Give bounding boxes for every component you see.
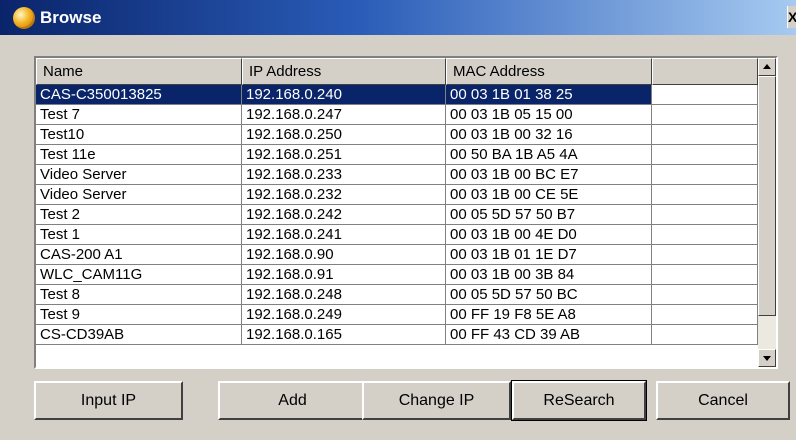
cell-name: Test 1 xyxy=(36,225,242,245)
cell-name: Video Server xyxy=(36,185,242,205)
table-row[interactable]: Test 9 192.168.0.249 00 FF 19 F8 5E A8 xyxy=(36,305,758,325)
cell-name: Test 9 xyxy=(36,305,242,325)
cell-mac-address: 00 03 1B 01 1E D7 xyxy=(446,245,652,265)
cell-mac-address: 00 05 5D 57 50 B7 xyxy=(446,205,652,225)
add-button[interactable]: Add xyxy=(218,381,367,420)
table-row[interactable]: Test10 192.168.0.250 00 03 1B 00 32 16 xyxy=(36,125,758,145)
cell-mac-address: 00 FF 19 F8 5E A8 xyxy=(446,305,652,325)
change-ip-button[interactable]: Change IP xyxy=(362,381,511,420)
scroll-up-arrow-icon xyxy=(763,64,771,69)
cell-empty xyxy=(652,225,758,245)
cell-mac-address: 00 03 1B 00 CE 5E xyxy=(446,185,652,205)
scroll-down-arrow-icon xyxy=(763,356,771,361)
cell-ip-address: 192.168.0.232 xyxy=(242,185,446,205)
table-row[interactable]: Test 7 192.168.0.247 00 03 1B 05 15 00 xyxy=(36,105,758,125)
cell-name: Video Server xyxy=(36,165,242,185)
cell-empty xyxy=(652,325,758,345)
list-rows: CAS-C350013825 192.168.0.240 00 03 1B 01 3… xyxy=(36,85,758,345)
cell-ip-address: 192.168.0.91 xyxy=(242,265,446,285)
column-header-empty[interactable] xyxy=(652,58,758,85)
cell-empty xyxy=(652,85,758,105)
cell-empty xyxy=(652,285,758,305)
cell-mac-address: 00 03 1B 00 4E D0 xyxy=(446,225,652,245)
table-row[interactable]: Video Server 192.168.0.233 00 03 1B 00 BC … xyxy=(36,165,758,185)
table-row[interactable]: Test 2 192.168.0.242 00 05 5D 57 50 B7 xyxy=(36,205,758,225)
scroll-up-button[interactable] xyxy=(758,58,776,76)
scroll-down-button[interactable] xyxy=(758,349,776,367)
cell-name: Test10 xyxy=(36,125,242,145)
cell-ip-address: 192.168.0.242 xyxy=(242,205,446,225)
table-row[interactable]: CS-CD39AB 192.168.0.165 00 FF 43 CD 39 AB xyxy=(36,325,758,345)
table-row[interactable]: CAS-C350013825 192.168.0.240 00 03 1B 01 3… xyxy=(36,85,758,105)
cell-mac-address: 00 03 1B 00 3B 84 xyxy=(446,265,652,285)
table-row[interactable]: Test 11e 192.168.0.251 00 50 BA 1B A5 4A xyxy=(36,145,758,165)
table-row[interactable]: WLC_CAM11G 192.168.0.91 00 03 1B 00 3B 84 xyxy=(36,265,758,285)
cell-ip-address: 192.168.0.240 xyxy=(242,85,446,105)
cell-mac-address: 00 03 1B 01 38 25 xyxy=(446,85,652,105)
cell-name: CAS-200 A1 xyxy=(36,245,242,265)
scroll-thumb[interactable] xyxy=(758,76,776,316)
table-row[interactable]: Video Server 192.168.0.232 00 03 1B 00 CE … xyxy=(36,185,758,205)
column-header-ip-address[interactable]: IP Address xyxy=(242,58,446,85)
input-ip-button[interactable]: Input IP xyxy=(34,381,183,420)
cell-mac-address: 00 FF 43 CD 39 AB xyxy=(446,325,652,345)
cell-empty xyxy=(652,185,758,205)
cell-empty xyxy=(652,165,758,185)
cell-mac-address: 00 03 1B 00 BC E7 xyxy=(446,165,652,185)
cell-empty xyxy=(652,125,758,145)
cell-empty xyxy=(652,105,758,125)
cell-name: Test 2 xyxy=(36,205,242,225)
window-title: Browse xyxy=(40,7,102,27)
cell-empty xyxy=(652,245,758,265)
cell-ip-address: 192.168.0.90 xyxy=(242,245,446,265)
column-header-name[interactable]: Name xyxy=(36,58,242,85)
column-header-mac-address[interactable]: MAC Address xyxy=(446,58,652,85)
vertical-scrollbar[interactable] xyxy=(758,58,776,367)
cell-ip-address: 192.168.0.248 xyxy=(242,285,446,305)
cell-empty xyxy=(652,265,758,285)
list-header: Name IP Address MAC Address xyxy=(36,58,758,85)
title-bar: Browse X xyxy=(0,0,796,35)
cell-ip-address: 192.168.0.165 xyxy=(242,325,446,345)
cell-name: CS-CD39AB xyxy=(36,325,242,345)
cell-ip-address: 192.168.0.233 xyxy=(242,165,446,185)
cell-ip-address: 192.168.0.250 xyxy=(242,125,446,145)
cell-mac-address: 00 03 1B 00 32 16 xyxy=(446,125,652,145)
cell-ip-address: 192.168.0.247 xyxy=(242,105,446,125)
browse-globe-icon xyxy=(13,6,35,29)
cell-name: Test 7 xyxy=(36,105,242,125)
cell-empty xyxy=(652,305,758,325)
cell-name: CAS-C350013825 xyxy=(36,85,242,105)
cancel-button[interactable]: Cancel xyxy=(656,381,790,420)
cell-name: Test 8 xyxy=(36,285,242,305)
cell-mac-address: 00 50 BA 1B A5 4A xyxy=(446,145,652,165)
cell-ip-address: 192.168.0.251 xyxy=(242,145,446,165)
cell-mac-address: 00 03 1B 05 15 00 xyxy=(446,105,652,125)
cell-empty xyxy=(652,145,758,165)
cell-ip-address: 192.168.0.249 xyxy=(242,305,446,325)
close-button[interactable]: X xyxy=(787,6,796,28)
cell-name: Test 11e xyxy=(36,145,242,165)
table-row[interactable]: CAS-200 A1 192.168.0.90 00 03 1B 01 1E D7 xyxy=(36,245,758,265)
device-list[interactable]: Name IP Address MAC Address CAS-C3500138… xyxy=(34,56,778,369)
table-row[interactable]: Test 8 192.168.0.248 00 05 5D 57 50 BC xyxy=(36,285,758,305)
cell-name: WLC_CAM11G xyxy=(36,265,242,285)
cell-ip-address: 192.168.0.241 xyxy=(242,225,446,245)
table-row[interactable]: Test 1 192.168.0.241 00 03 1B 00 4E D0 xyxy=(36,225,758,245)
cell-mac-address: 00 05 5D 57 50 BC xyxy=(446,285,652,305)
cell-empty xyxy=(652,205,758,225)
research-button[interactable]: ReSearch xyxy=(511,380,647,421)
